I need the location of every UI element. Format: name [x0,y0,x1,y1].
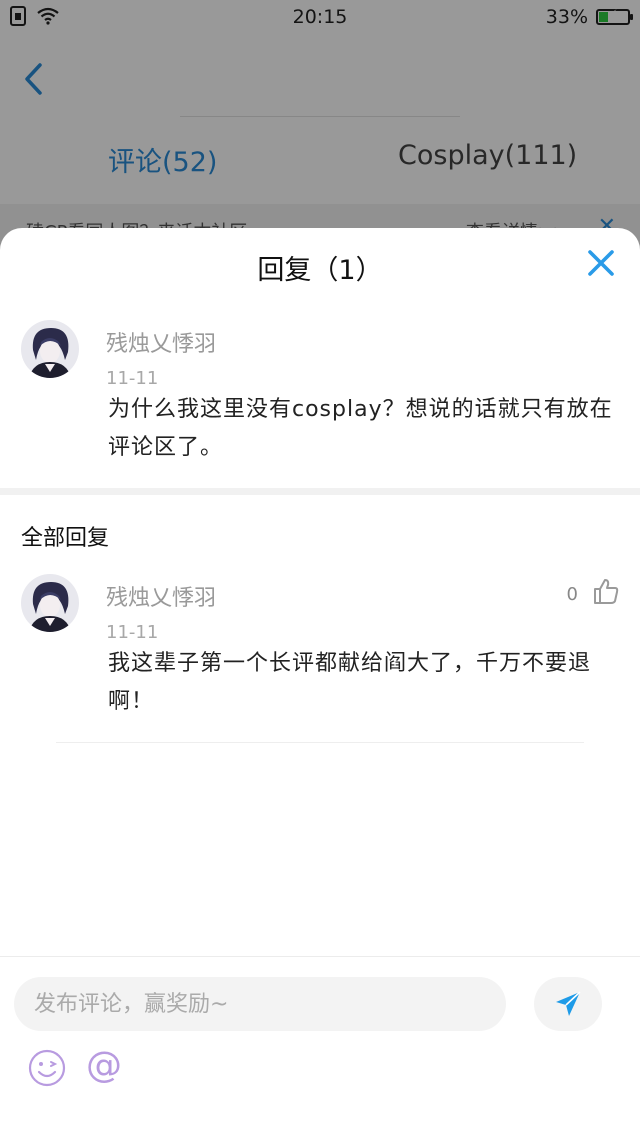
comment-input-bar: @ [0,956,640,1139]
send-button[interactable] [534,977,602,1031]
reply-divider [56,742,584,743]
close-icon[interactable] [586,248,616,278]
sheet-title: 回复（1） [257,255,383,286]
section-divider [0,488,640,495]
reply-date: 11-11 [106,622,159,643]
comment-text: 为什么我这里没有cosplay？想说的话就只有放在评论区了。 [108,397,613,460]
comment-date: 11-11 [106,368,159,389]
avatar[interactable] [21,574,79,632]
username[interactable]: 残烛乂悸羽 [106,326,216,358]
username[interactable]: 残烛乂悸羽 [106,580,216,612]
comment-input[interactable] [14,977,506,1031]
avatar[interactable] [21,320,79,378]
emoji-icon[interactable] [28,1049,66,1087]
like-count: 0 [566,584,578,605]
thumbs-up-icon[interactable] [592,577,620,605]
send-icon [556,991,581,1016]
at-icon[interactable]: @ [86,1045,122,1086]
reply-text: 我这辈子第一个长评都献给阎大了，千万不要退啊！ [108,651,592,714]
section-title: 全部回复 [21,526,110,551]
